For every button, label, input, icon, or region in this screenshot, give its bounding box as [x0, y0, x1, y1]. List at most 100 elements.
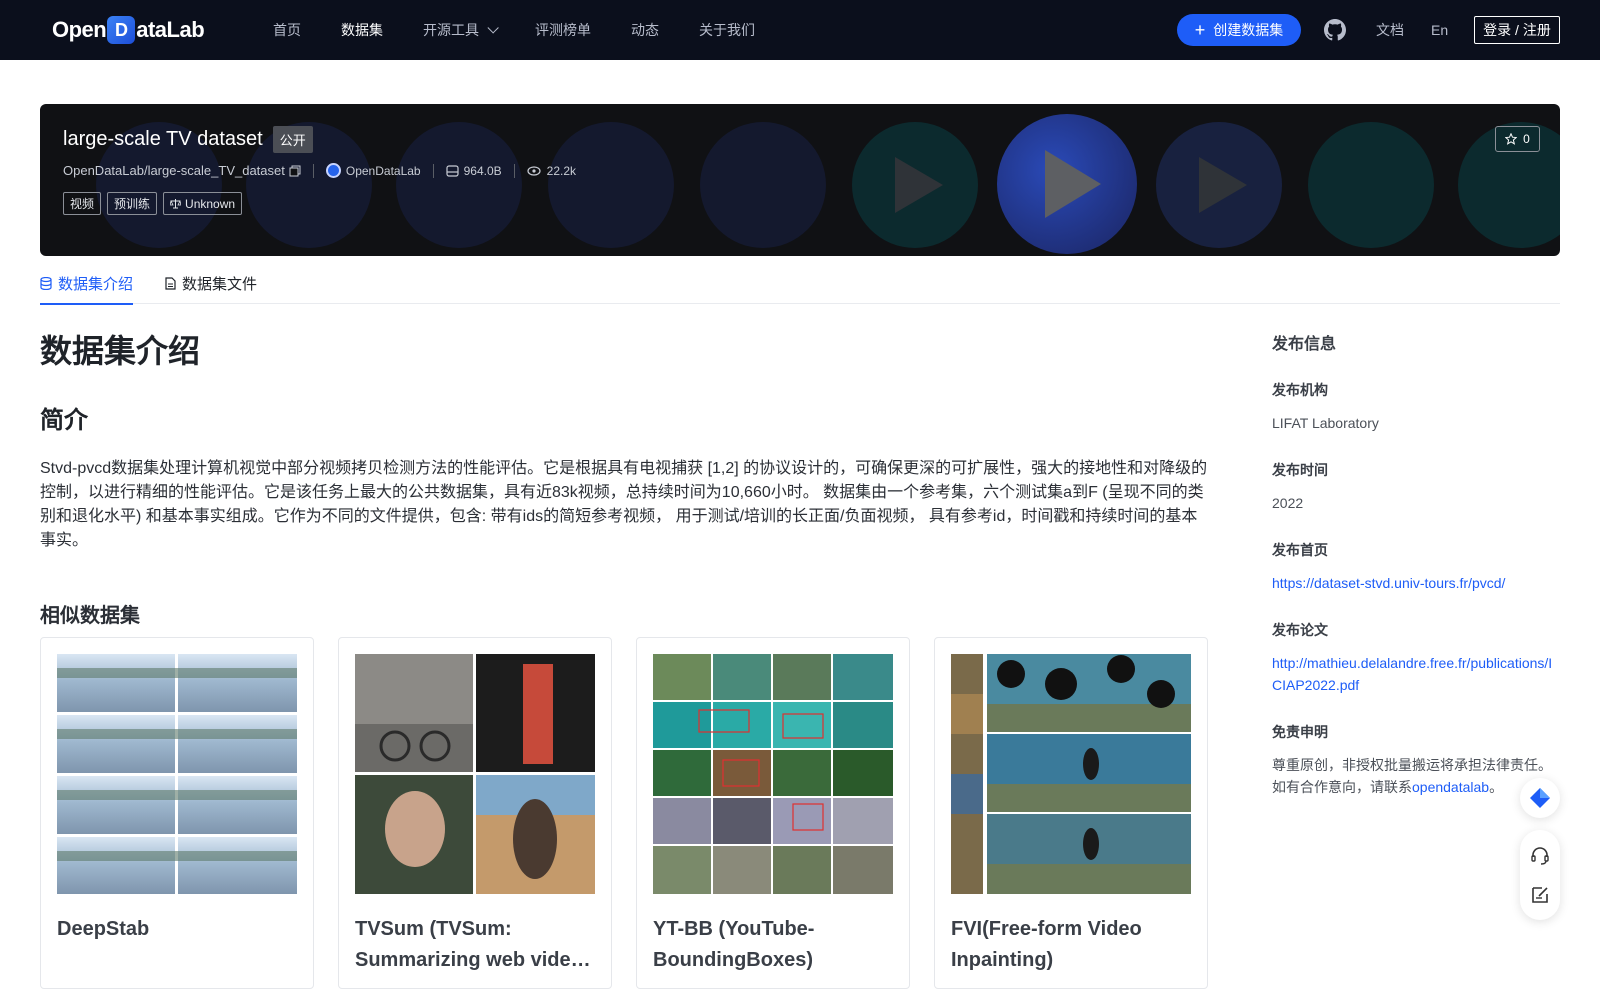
- tag-pretrain[interactable]: 预训练: [107, 192, 158, 215]
- assistant-diamond-icon: [1530, 788, 1550, 808]
- publish-info-heading: 发布信息: [1272, 336, 1337, 353]
- disclaimer-label: 免责申明: [1272, 724, 1328, 740]
- dataset-title: large-scale TV dataset: [63, 128, 263, 150]
- dataset-card-title: DeepStab: [57, 918, 150, 940]
- dataset-card-title: FVI(Free-form Video Inpainting): [951, 918, 1142, 971]
- star-button[interactable]: 0: [1495, 126, 1540, 152]
- dataset-thumbnail: [57, 654, 297, 894]
- org-avatar-icon: [325, 163, 341, 178]
- logo-text-datalab: ataLab: [136, 17, 205, 42]
- nav-item-label: 动态: [631, 22, 659, 38]
- similar-dataset-card[interactable]: DeepStab: [40, 637, 314, 989]
- video-preview-circle[interactable]: [997, 114, 1137, 254]
- language-label: En: [1431, 22, 1449, 38]
- logo-d-mark: D: [107, 16, 136, 44]
- publish-info-panel: 发布信息 发布机构 LIFAT Laboratory 发布时间 2022 发布首…: [1272, 330, 1562, 798]
- divider: [513, 163, 515, 178]
- similar-dataset-card[interactable]: YT-BB (YouTube-BoundingBoxes): [636, 637, 910, 989]
- play-icon: [1199, 157, 1247, 213]
- tag-list: 视频 预训练 Unknown: [63, 192, 576, 215]
- dataset-tabs: 数据集介绍 数据集文件: [40, 262, 1560, 305]
- top-nav: Open D ataLab 首页 数据集 开源工具 评测榜单 动态 关于我们 +…: [0, 0, 1600, 60]
- org-value: LIFAT Laboratory: [1272, 415, 1379, 431]
- star-count: 0: [1523, 132, 1530, 146]
- logo-text-open: Open: [52, 17, 107, 42]
- float-toolbar: [1520, 830, 1560, 920]
- assistant-button[interactable]: [1520, 778, 1560, 818]
- create-dataset-label: 创建数据集: [1213, 22, 1284, 38]
- dataset-card-title: YT-BB (YouTube-BoundingBoxes): [653, 918, 815, 971]
- nav-item-about[interactable]: 关于我们: [699, 20, 755, 40]
- nav-item-label: 评测榜单: [535, 22, 591, 38]
- tab-dataset-intro[interactable]: 数据集介绍: [40, 262, 134, 305]
- disclaimer-text: 尊重原创，非授权批量搬运将承担法律责任。如有合作意向，请联系opendatala…: [1272, 754, 1562, 798]
- opendatalab-logo[interactable]: Open D ataLab: [52, 14, 205, 46]
- visibility-badge: 公开: [272, 126, 313, 153]
- main-content: 数据集介绍 简介 Stvd-pvcd数据集处理计算机视觉中部分视频拷贝检测方法的…: [40, 326, 1208, 628]
- section-title-summary: 简介: [40, 407, 88, 434]
- file-icon: [165, 276, 176, 290]
- nav-item-open-tools[interactable]: 开源工具: [423, 20, 499, 40]
- tab-label: 数据集文件: [182, 275, 258, 293]
- language-switch[interactable]: En: [1431, 0, 1448, 60]
- similar-dataset-card[interactable]: TVSum (TVSum: Summarizing web videos usi…: [338, 637, 612, 989]
- org-name[interactable]: OpenDataLab: [346, 164, 421, 178]
- decor-circle: [700, 122, 826, 248]
- nav-item-leaderboard[interactable]: 评测榜单: [535, 20, 591, 40]
- feedback-edit-icon[interactable]: [1530, 885, 1550, 905]
- play-icon: [1045, 150, 1101, 218]
- dataset-path: OpenDataLab/large-scale_TV_dataset: [63, 163, 285, 178]
- tab-dataset-files[interactable]: 数据集文件: [165, 262, 257, 304]
- time-value: 2022: [1272, 495, 1304, 511]
- nav-item-label: 关于我们: [699, 22, 755, 38]
- nav-item-label: 开源工具: [423, 22, 479, 38]
- dataset-card-title: TVSum (TVSum: Summarizing web videos usi…: [355, 918, 594, 971]
- docs-label: 文档: [1376, 22, 1404, 38]
- nav-item-label: 数据集: [341, 22, 383, 38]
- login-register-label: 登录 / 注册: [1483, 22, 1551, 38]
- similar-dataset-card[interactable]: FVI(Free-form Video Inpainting): [934, 637, 1208, 989]
- tab-label: 数据集介绍: [58, 275, 134, 293]
- scale-icon: [170, 199, 182, 209]
- dataset-thumbnail: [653, 654, 893, 894]
- homepage-label: 发布首页: [1272, 542, 1328, 558]
- divider: [312, 163, 314, 178]
- decor-circle: [1308, 122, 1434, 248]
- section-title-similar: 相似数据集: [40, 605, 140, 627]
- database-icon: [40, 276, 52, 290]
- dataset-banner: large-scale TV dataset 公开 OpenDataLab/la…: [40, 104, 1560, 256]
- nav-item-news[interactable]: 动态: [631, 20, 659, 40]
- divider: [432, 163, 434, 178]
- dataset-title-row: large-scale TV dataset 公开: [63, 126, 576, 153]
- decor-circle: [1156, 122, 1282, 248]
- contact-link[interactable]: opendatalab: [1412, 779, 1489, 795]
- dataset-size: 964.0B: [463, 163, 502, 178]
- nav-item-datasets[interactable]: 数据集: [341, 20, 383, 40]
- headset-icon[interactable]: [1530, 846, 1550, 866]
- similar-dataset-list: DeepStab TVSum (TVSum: Summarizing web v…: [40, 637, 1208, 989]
- nav-item-home[interactable]: 首页: [273, 20, 301, 40]
- main-menu: 首页 数据集 开源工具 评测榜单 动态 关于我们: [273, 0, 795, 60]
- nav-item-label: 首页: [273, 22, 301, 38]
- github-icon[interactable]: [1324, 19, 1346, 41]
- time-label: 发布时间: [1272, 462, 1328, 478]
- view-count: 22.2k: [546, 163, 577, 178]
- copy-icon[interactable]: [289, 165, 301, 177]
- decor-circle: [852, 122, 978, 248]
- docs-link[interactable]: 文档: [1376, 0, 1404, 60]
- homepage-link[interactable]: https://dataset-stvd.univ-tours.fr/pvcd/: [1272, 572, 1562, 594]
- storage-icon: [446, 164, 459, 177]
- paper-label: 发布论文: [1272, 622, 1328, 638]
- create-dataset-button[interactable]: + 创建数据集: [1177, 14, 1301, 46]
- page-title: 数据集介绍: [40, 333, 201, 369]
- tag-video[interactable]: 视频: [63, 192, 102, 215]
- play-icon: [895, 157, 943, 213]
- dataset-header-info: large-scale TV dataset 公开 OpenDataLab/la…: [63, 126, 576, 215]
- login-register-button[interactable]: 登录 / 注册: [1474, 16, 1560, 44]
- plus-icon: +: [1194, 20, 1206, 40]
- license-tag[interactable]: Unknown: [163, 192, 243, 215]
- chevron-down-icon: [487, 22, 499, 34]
- paper-link[interactable]: http://mathieu.delalandre.free.fr/public…: [1272, 652, 1562, 696]
- dataset-meta-row: OpenDataLab/large-scale_TV_dataset OpenD…: [63, 163, 576, 178]
- disclaimer-end: 。: [1489, 779, 1504, 795]
